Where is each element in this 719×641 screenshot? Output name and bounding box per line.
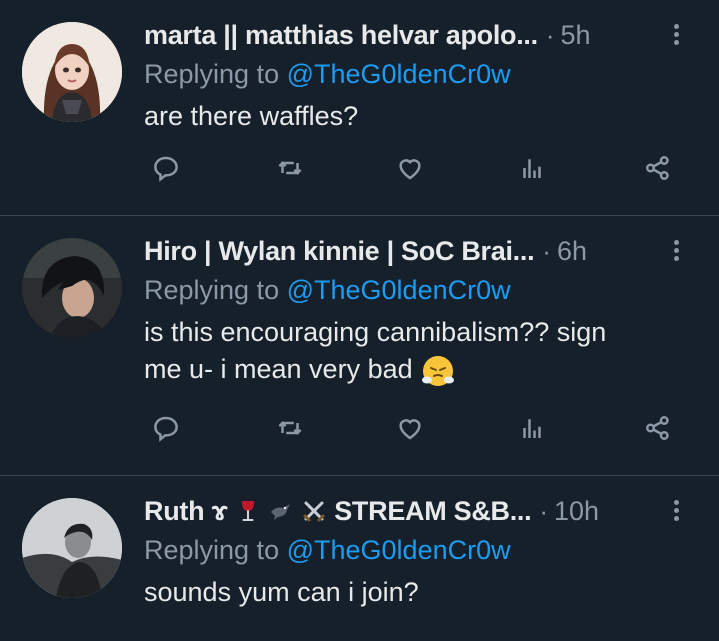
display-name-prefix: Ruth ɤ <box>144 495 228 526</box>
display-name-suffix: STREAM S&B... <box>334 495 532 526</box>
reply-item[interactable]: Ruth ɤ STREAM S&B... · 10h Replying to @… <box>0 476 719 641</box>
action-bar <box>0 148 719 188</box>
replies-feed: marta || matthias helvar apolo... · 5h R… <box>0 0 719 641</box>
replying-to: Replying to @TheG0ldenCr0w <box>144 532 699 568</box>
reply-text-line: is this encouraging cannibalism?? sign <box>144 317 607 347</box>
reply-text: sounds yum can i join? <box>144 577 419 607</box>
like-icon[interactable] <box>390 408 430 448</box>
avatar[interactable] <box>22 498 122 598</box>
replying-handle-link[interactable]: @TheG0ldenCr0w <box>287 275 511 305</box>
huffing-face-emoji-icon <box>421 354 455 388</box>
action-bar <box>0 408 719 448</box>
more-icon[interactable] <box>673 24 681 48</box>
avatar[interactable] <box>22 22 122 122</box>
timestamp[interactable]: 5h <box>561 20 591 51</box>
crow-emoji-icon <box>268 498 294 524</box>
retweet-icon[interactable] <box>270 408 310 448</box>
reply-text: are there waffles? <box>144 101 359 131</box>
more-icon[interactable] <box>673 240 681 264</box>
wine-glass-emoji-icon <box>235 498 261 524</box>
reply-icon[interactable] <box>146 148 186 188</box>
reply-text: is this encouraging cannibalism?? sign m… <box>144 314 699 388</box>
replying-prefix: Replying to <box>144 59 280 89</box>
reply-item[interactable]: marta || matthias helvar apolo... · 5h R… <box>0 0 719 216</box>
separator: · <box>545 19 555 50</box>
more-icon[interactable] <box>673 500 681 524</box>
replying-to: Replying to @TheG0ldenCr0w <box>144 272 699 308</box>
timestamp[interactable]: 10h <box>554 496 599 527</box>
like-icon[interactable] <box>390 148 430 188</box>
replying-prefix: Replying to <box>144 535 280 565</box>
views-icon[interactable] <box>512 408 552 448</box>
avatar[interactable] <box>22 238 122 338</box>
views-icon[interactable] <box>512 148 552 188</box>
reply-icon[interactable] <box>146 408 186 448</box>
display-name[interactable]: Hiro | Wylan kinnie | SoC Brai... <box>144 236 535 267</box>
retweet-icon[interactable] <box>270 148 310 188</box>
timestamp[interactable]: 6h <box>557 236 587 267</box>
share-icon[interactable] <box>638 148 678 188</box>
separator: · <box>539 495 549 526</box>
reply-text-line: me u- i mean very bad <box>144 354 413 384</box>
crossed-swords-emoji-icon <box>301 498 327 524</box>
separator: · <box>542 235 551 266</box>
reply-item[interactable]: Hiro | Wylan kinnie | SoC Brai... · 6h R… <box>0 216 719 476</box>
replying-handle-link[interactable]: @TheG0ldenCr0w <box>287 59 511 89</box>
display-name[interactable]: marta || matthias helvar apolo... <box>144 20 538 51</box>
replying-prefix: Replying to <box>144 275 280 305</box>
replying-handle-link[interactable]: @TheG0ldenCr0w <box>287 535 511 565</box>
replying-to: Replying to @TheG0ldenCr0w <box>144 56 699 92</box>
share-icon[interactable] <box>638 408 678 448</box>
display-name[interactable]: Ruth ɤ STREAM S&B... <box>144 495 532 527</box>
